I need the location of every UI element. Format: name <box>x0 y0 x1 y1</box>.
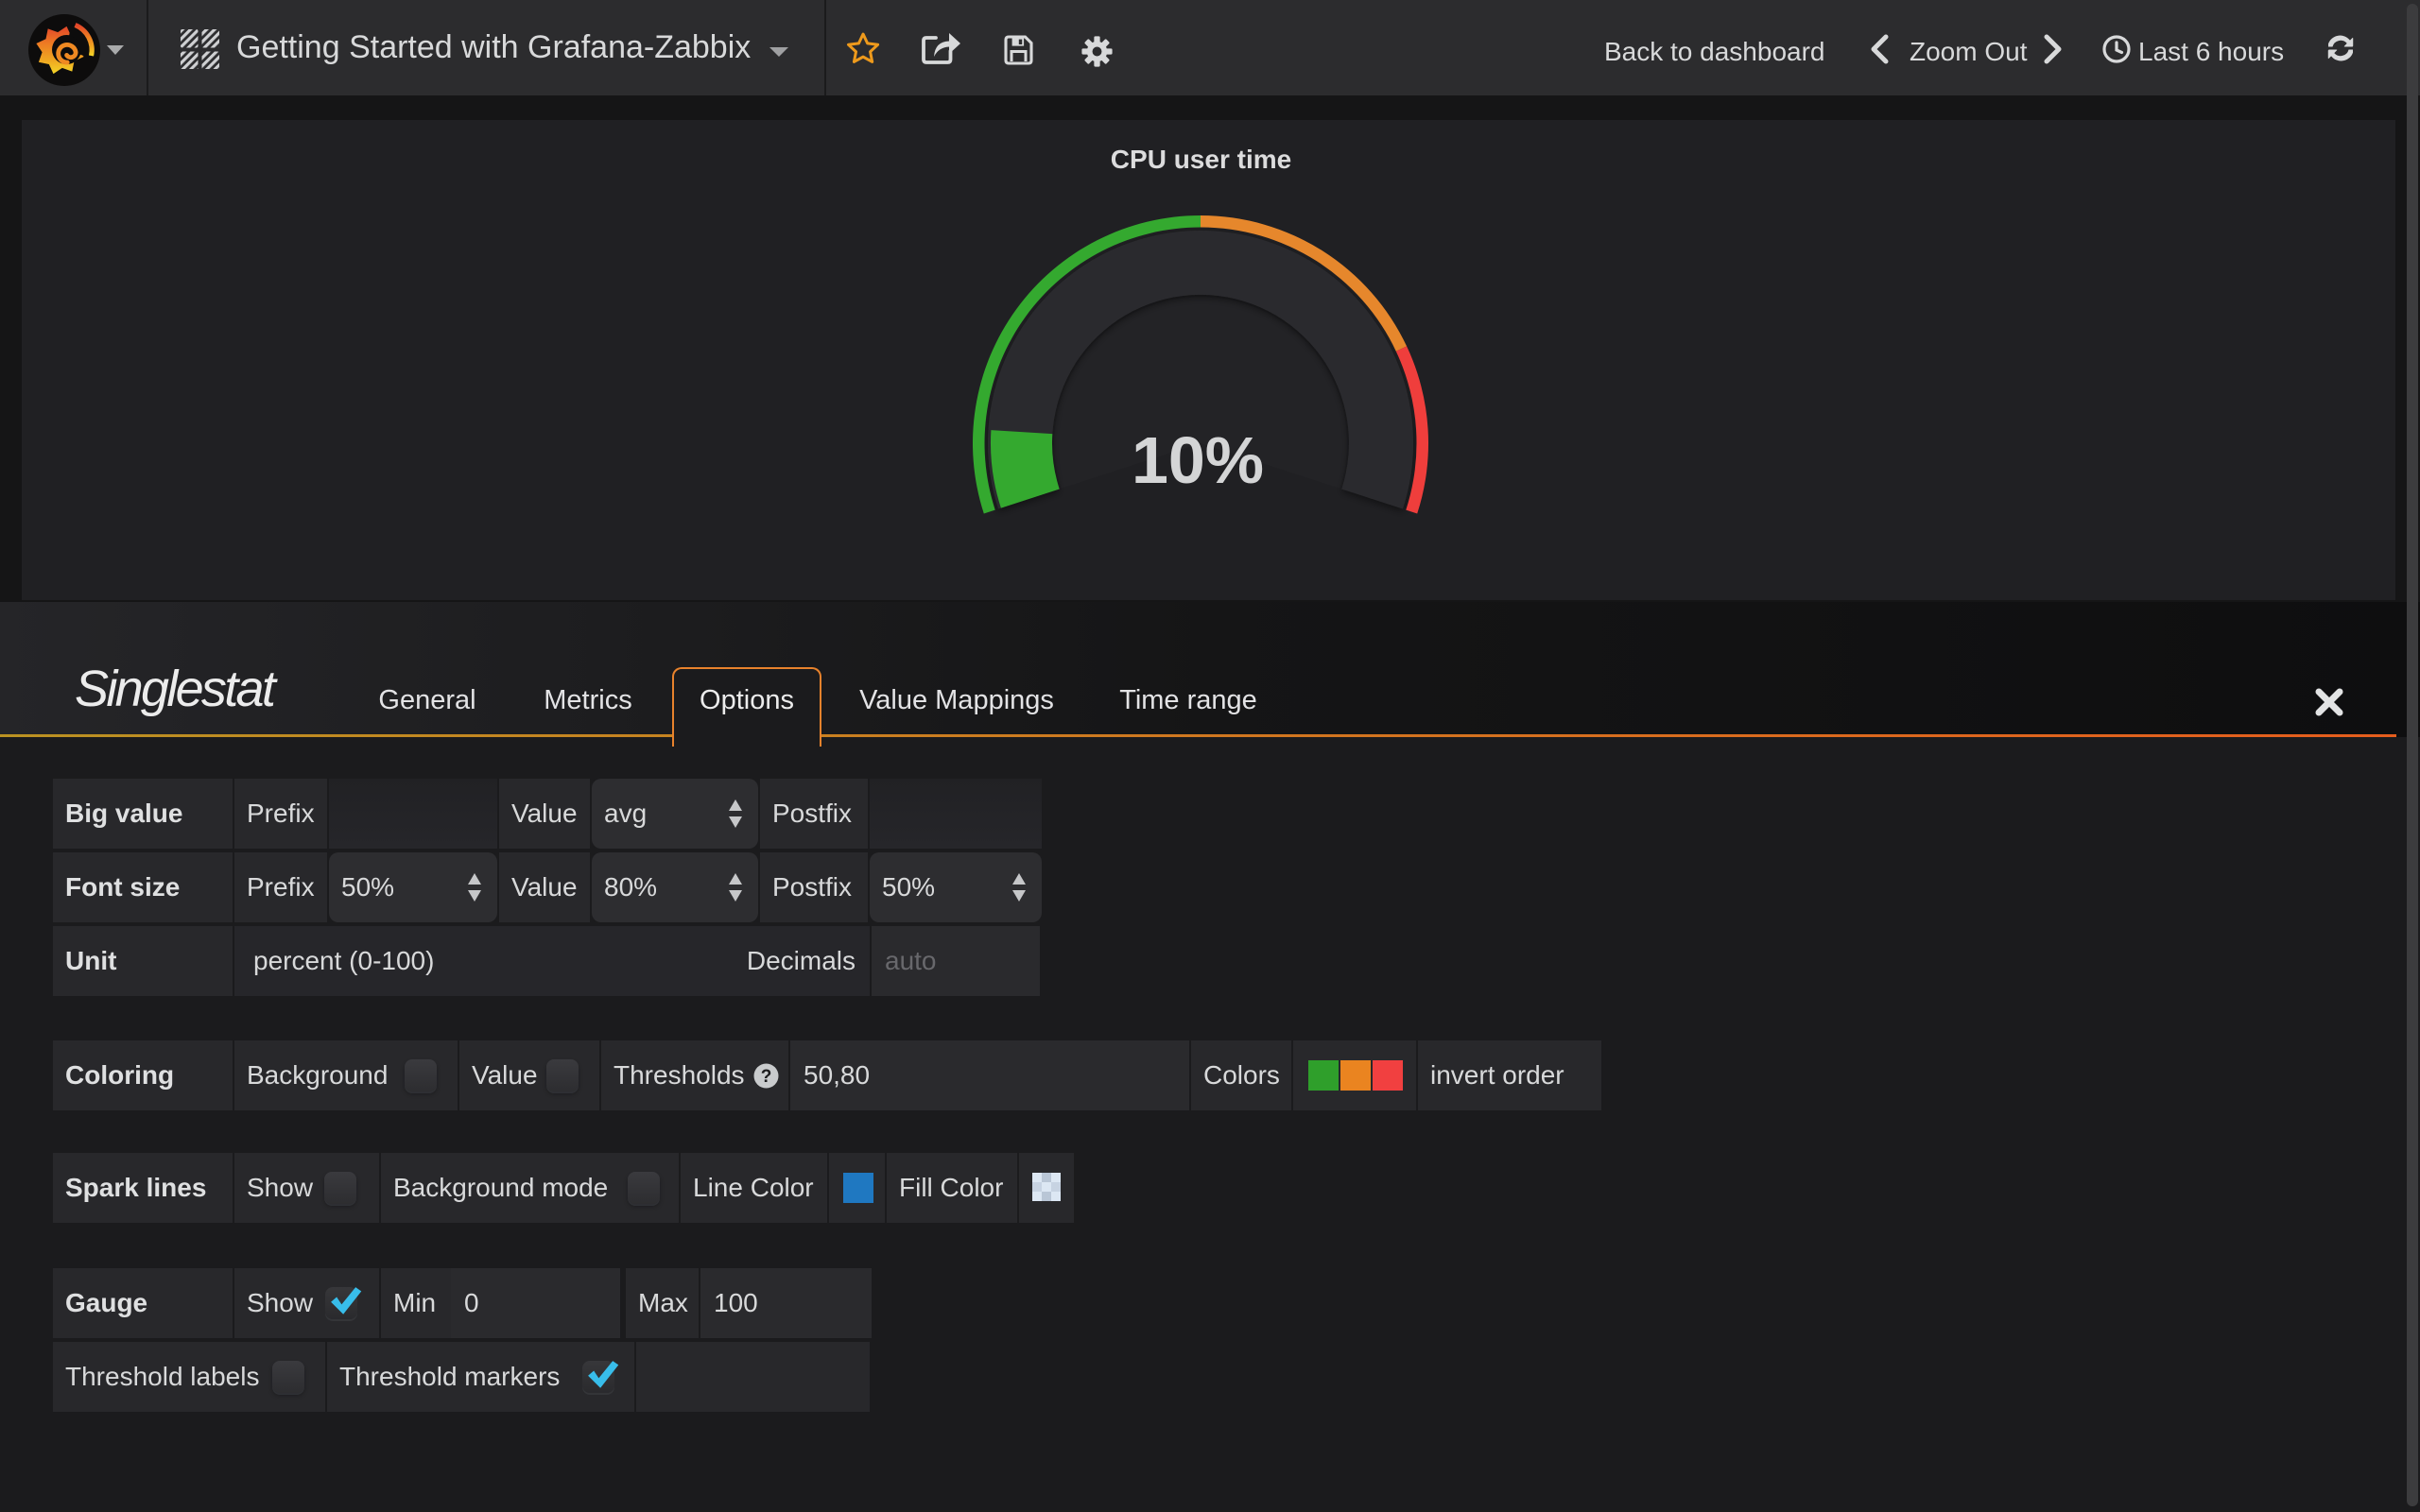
svg-text:?: ? <box>761 1067 772 1087</box>
